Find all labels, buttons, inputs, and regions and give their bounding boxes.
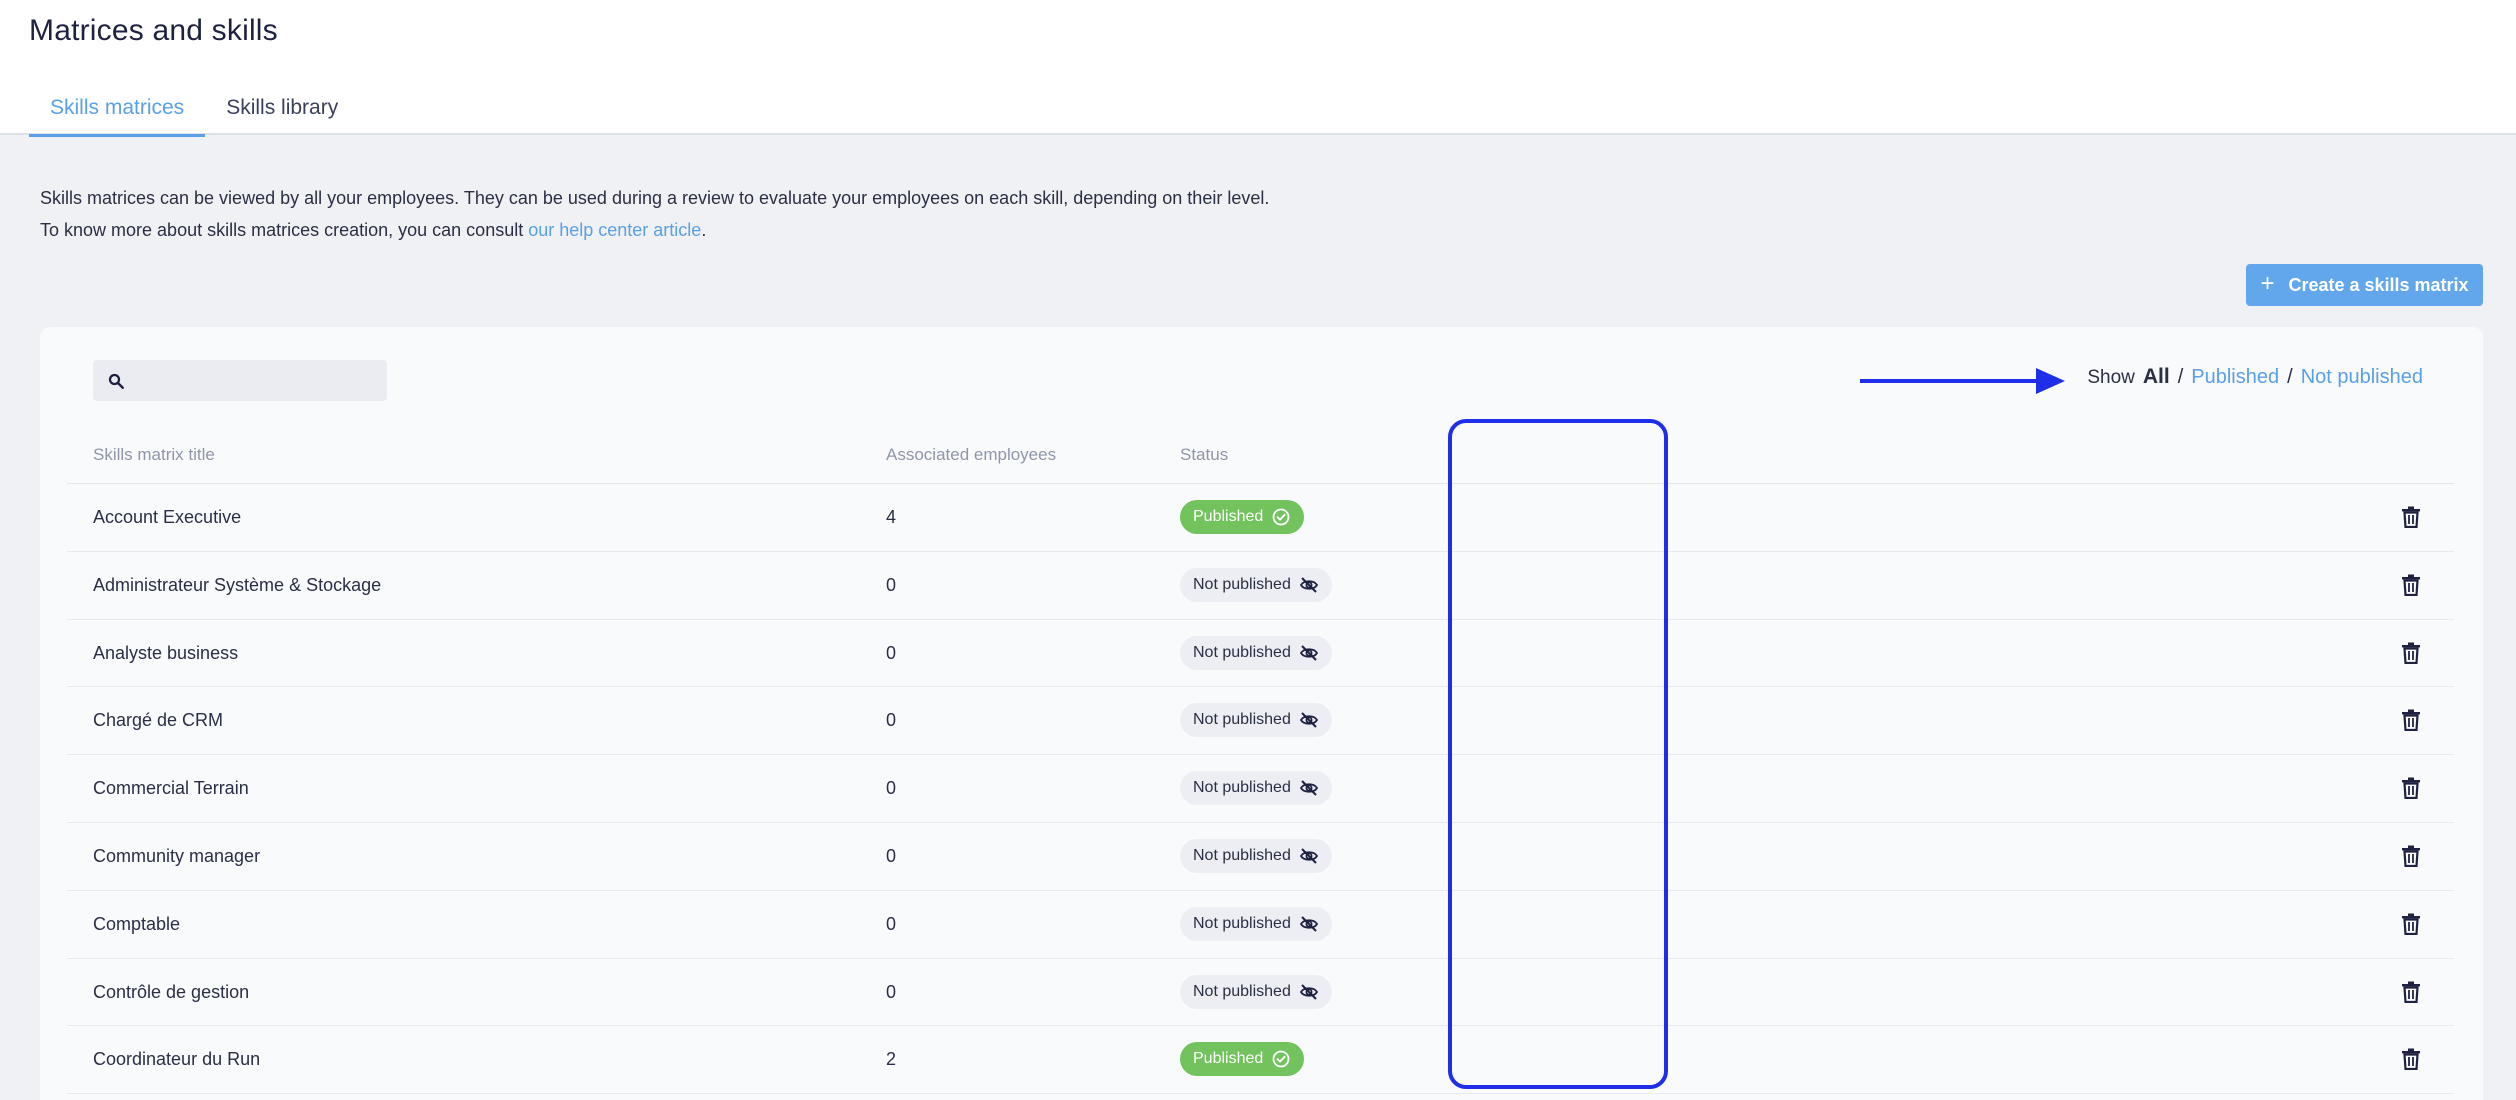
matrix-title[interactable]: Comptable	[93, 914, 180, 935]
status-badge: Not published	[1180, 567, 1332, 602]
associated-employees-count: 0	[886, 845, 897, 866]
trash-icon[interactable]	[2401, 642, 2421, 664]
intro-line-2-suffix: .	[701, 220, 707, 240]
status-label: Not published	[1193, 982, 1291, 1000]
matrix-title[interactable]: Commercial Terrain	[93, 778, 249, 799]
create-skills-matrix-button[interactable]: + Create a skills matrix	[2246, 264, 2483, 306]
trash-icon[interactable]	[2401, 981, 2421, 1003]
search-input[interactable]	[133, 360, 383, 401]
associated-employees-count: 4	[886, 507, 897, 527]
table-row[interactable]: Community manager 0 Not published	[67, 823, 2454, 891]
tab-bar: Skills matrices Skills library	[29, 80, 359, 137]
status-badge: Not published	[1180, 838, 1332, 873]
table-row[interactable]: Administrateur Système & Stockage 0 Not …	[67, 552, 2454, 620]
trash-icon[interactable]	[2401, 777, 2421, 800]
table-body: Account Executive 4 Published Administra…	[67, 484, 2454, 1095]
table-row[interactable]: Coordinateur du Run 2 Published	[67, 1026, 2454, 1095]
eye-off-icon	[1299, 848, 1318, 864]
status-label: Not published	[1193, 846, 1291, 864]
trash-icon[interactable]	[2401, 709, 2421, 732]
matrix-title[interactable]: Administrateur Système & Stockage	[93, 575, 381, 596]
status-label: Not published	[1193, 779, 1291, 797]
status-filter: Show All / Published / Not published	[2087, 365, 2423, 389]
matrix-title[interactable]: Contrôle de gestion	[93, 982, 249, 1003]
trash-icon[interactable]	[2401, 506, 2421, 528]
matrix-title[interactable]: Coordinateur du Run	[93, 1049, 260, 1070]
table-row[interactable]: Chargé de CRM 0 Not published	[67, 687, 2454, 756]
create-skills-matrix-label: Create a skills matrix	[2288, 274, 2469, 295]
status-badge: Not published	[1180, 635, 1332, 670]
filter-label: Show	[2087, 367, 2135, 388]
intro-line-2-prefix: To know more about skills matrices creat…	[40, 220, 529, 240]
filter-separator: /	[2177, 366, 2184, 388]
associated-employees-count: 0	[886, 913, 897, 934]
check-circle-icon	[1272, 1050, 1290, 1068]
skills-matrices-card: Show All / Published / Not published Ski…	[40, 327, 2483, 1100]
eye-off-icon	[1299, 644, 1318, 661]
tab-skills-matrices[interactable]: Skills matrices	[29, 80, 206, 137]
filter-option-all[interactable]: All	[2143, 365, 2170, 389]
status-badge: Published	[1180, 1042, 1305, 1077]
filter-option-published[interactable]: Published	[2191, 366, 2279, 389]
table-row[interactable]: Comptable 0 Not published	[67, 891, 2454, 959]
skills-matrices-table: Skills matrix title Associated employees…	[67, 425, 2454, 1095]
column-header-employees[interactable]: Associated employees	[886, 445, 1056, 465]
status-label: Not published	[1193, 575, 1291, 593]
table-row[interactable]: Account Executive 4 Published	[67, 484, 2454, 552]
associated-employees-count: 0	[886, 710, 897, 731]
column-header-status[interactable]: Status	[1180, 445, 1228, 465]
eye-off-icon	[1299, 983, 1318, 1000]
filter-option-not-published[interactable]: Not published	[2301, 366, 2423, 389]
page-title: Matrices and skills	[29, 14, 278, 47]
trash-icon[interactable]	[2401, 1048, 2421, 1071]
annotation-arrow	[1860, 368, 2065, 394]
status-label: Published	[1193, 1050, 1264, 1068]
matrix-title[interactable]: Account Executive	[93, 507, 241, 528]
table-row[interactable]: Analyste business 0 Not published	[67, 620, 2454, 688]
trash-icon[interactable]	[2401, 845, 2421, 867]
check-circle-icon	[1272, 508, 1290, 526]
filter-separator: /	[2287, 366, 2293, 388]
plus-icon: +	[2260, 270, 2275, 297]
status-badge: Not published	[1180, 974, 1332, 1009]
associated-employees-count: 0	[886, 574, 897, 595]
matrix-title[interactable]: Chargé de CRM	[93, 710, 223, 731]
search-box	[93, 360, 387, 401]
status-badge: Not published	[1180, 703, 1332, 738]
matrix-title[interactable]: Analyste business	[93, 643, 238, 664]
table-row[interactable]: Commercial Terrain 0 Not published	[67, 755, 2454, 823]
eye-off-icon	[1299, 916, 1318, 932]
eye-off-icon	[1299, 577, 1318, 593]
status-label: Not published	[1193, 711, 1291, 729]
matrix-title[interactable]: Community manager	[93, 846, 260, 867]
status-label: Not published	[1193, 643, 1291, 661]
associated-employees-count: 0	[886, 778, 897, 799]
status-badge: Not published	[1180, 771, 1332, 806]
eye-off-icon	[1299, 712, 1318, 729]
associated-employees-count: 0	[886, 642, 897, 663]
status-badge: Published	[1180, 500, 1305, 534]
associated-employees-count: 0	[886, 981, 897, 1002]
help-center-link[interactable]: our help center article	[528, 220, 701, 240]
table-row[interactable]: Contrôle de gestion 0 Not published	[67, 959, 2454, 1027]
trash-icon[interactable]	[2401, 574, 2421, 596]
column-header-title[interactable]: Skills matrix title	[93, 445, 215, 465]
status-badge: Not published	[1180, 906, 1332, 941]
tab-skills-library[interactable]: Skills library	[205, 80, 359, 135]
eye-off-icon	[1299, 780, 1318, 796]
intro-line-2: To know more about skills matrices creat…	[40, 214, 1269, 246]
intro-line-1: Skills matrices can be viewed by all you…	[40, 188, 1270, 208]
status-label: Published	[1193, 508, 1264, 525]
intro-text: Skills matrices can be viewed by all you…	[40, 182, 1269, 246]
header: Matrices and skills Skills matrices Skil…	[0, 0, 2516, 137]
associated-employees-count: 2	[886, 1049, 897, 1070]
search-icon	[108, 373, 124, 389]
status-label: Not published	[1193, 914, 1291, 932]
trash-icon[interactable]	[2401, 913, 2421, 935]
table-header: Skills matrix title Associated employees…	[67, 425, 2454, 484]
